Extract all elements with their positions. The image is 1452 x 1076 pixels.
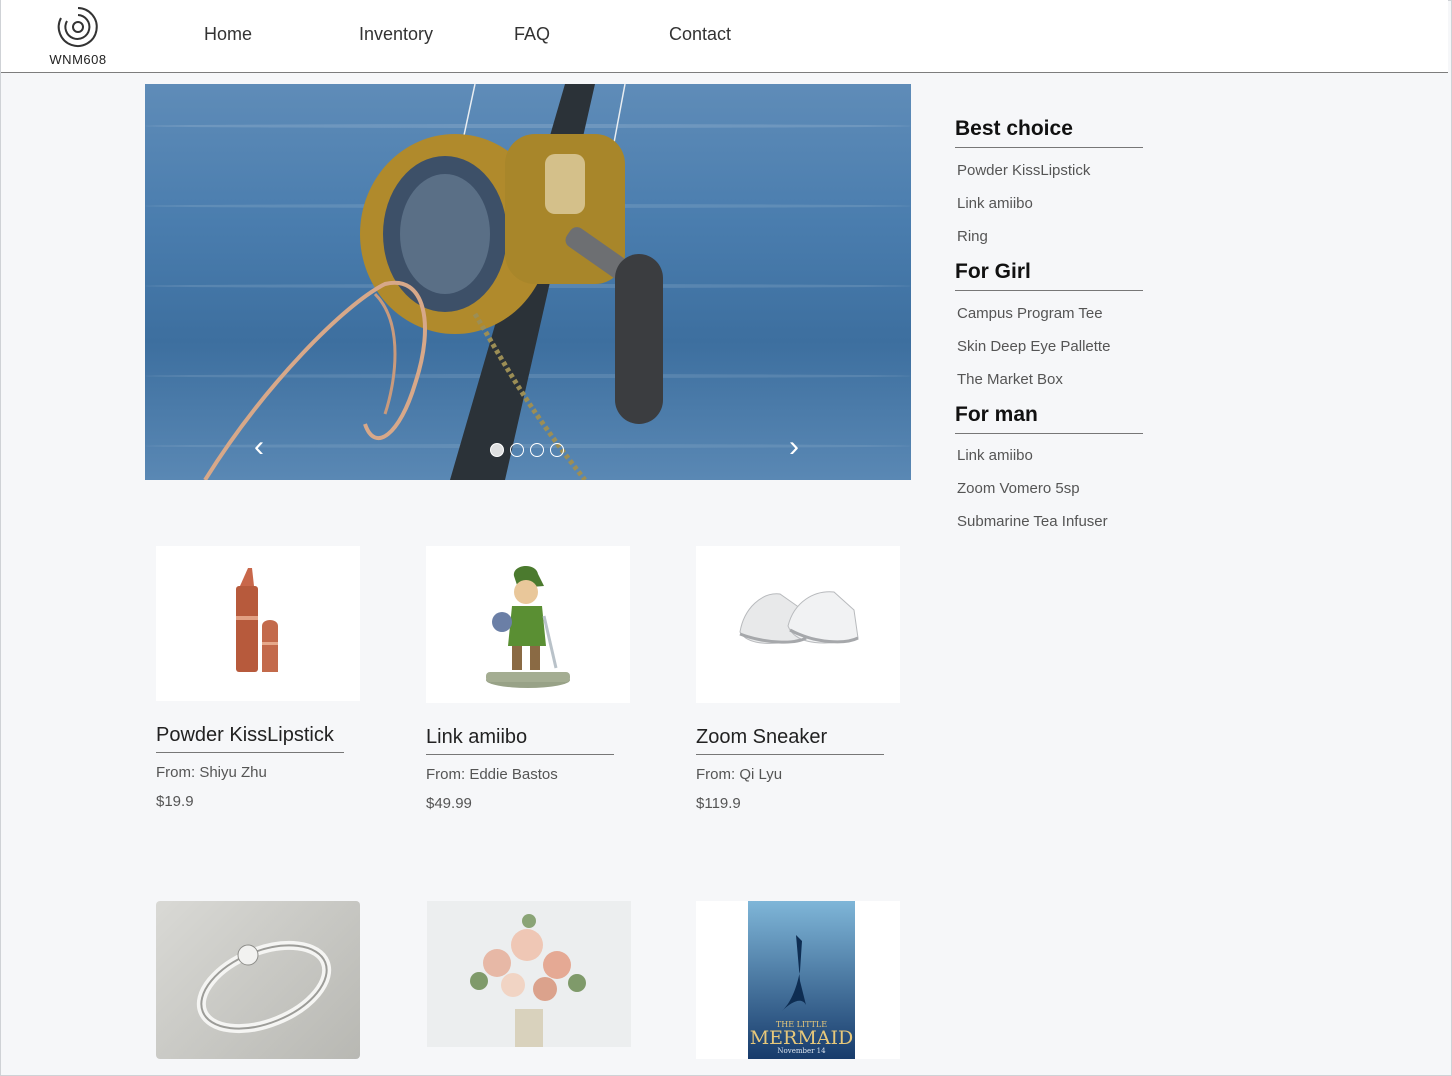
sidebar-link[interactable]: Campus Program Tee	[957, 305, 1103, 322]
product-from: From: Qi Lyu	[696, 766, 783, 783]
sneaker-image	[739, 591, 859, 644]
carousel-dot-2[interactable]	[510, 443, 524, 457]
amiibo-image	[486, 565, 570, 688]
logo-text: WNM608	[49, 52, 107, 67]
product-image-ring[interactable]	[156, 901, 360, 1059]
sidebar-link[interactable]: Submarine Tea Infuser	[957, 513, 1108, 530]
carousel-dot-4[interactable]	[550, 443, 564, 457]
poster-title-line2: MERMAID	[749, 1027, 854, 1049]
product-title[interactable]: Zoom Sneaker	[696, 726, 884, 755]
product-image-poster[interactable]: THE LITTLE MERMAID November 14	[696, 901, 900, 1059]
product-image-lipstick[interactable]	[156, 546, 360, 701]
nav-inventory[interactable]: Inventory	[359, 24, 433, 45]
carousel-prev-button[interactable]: ‹	[254, 432, 264, 462]
product-price: $119.9	[696, 795, 741, 812]
sidebar-link[interactable]: Link amiibo	[957, 447, 1033, 464]
chevron-right-icon: ›	[789, 430, 799, 463]
poster-date: November 14	[777, 1047, 826, 1055]
product-image-sneaker[interactable]	[696, 546, 900, 703]
fishing-reel-image	[203, 84, 663, 480]
carousel-indicators	[490, 443, 564, 457]
site-header: WNM608 Home Inventory FAQ Contact	[1, 0, 1448, 73]
product-price: $19.9	[156, 793, 194, 810]
logo-icon	[57, 7, 98, 47]
product-title[interactable]: Link amiibo	[426, 726, 614, 755]
hero-carousel	[145, 84, 911, 480]
lipstick-image	[236, 568, 278, 672]
carousel-next-button[interactable]: ›	[789, 432, 799, 462]
sidebar-link[interactable]: Ring	[957, 228, 988, 245]
nav-home[interactable]: Home	[204, 24, 252, 45]
site-logo[interactable]: WNM608	[47, 4, 109, 68]
nav-faq[interactable]: FAQ	[514, 24, 550, 45]
sidebar-heading-best-choice: Best choice	[955, 117, 1143, 148]
nav-contact[interactable]: Contact	[669, 24, 731, 45]
product-from: From: Eddie Bastos	[426, 766, 558, 783]
carousel-dot-3[interactable]	[530, 443, 544, 457]
sidebar-link[interactable]: Link amiibo	[957, 195, 1033, 212]
chevron-left-icon: ‹	[254, 430, 264, 463]
ring-image	[196, 940, 332, 1034]
sidebar-link[interactable]: Powder KissLipstick	[957, 162, 1090, 179]
sidebar-link[interactable]: Skin Deep Eye Pallette	[957, 338, 1110, 355]
product-image-amiibo[interactable]	[426, 546, 630, 703]
bouquet-image	[470, 914, 586, 1047]
product-from: From: Shiyu Zhu	[156, 764, 267, 781]
sidebar-heading-for-man: For man	[955, 403, 1143, 434]
product-price: $49.99	[426, 795, 472, 812]
carousel-dot-1[interactable]	[490, 443, 504, 457]
sidebar-link[interactable]: The Market Box	[957, 371, 1063, 388]
product-image-bouquet[interactable]	[427, 901, 631, 1047]
sidebar-link[interactable]: Zoom Vomero 5sp	[957, 480, 1080, 497]
product-title[interactable]: Powder KissLipstick	[156, 724, 344, 753]
sidebar-heading-for-girl: For Girl	[955, 260, 1143, 291]
